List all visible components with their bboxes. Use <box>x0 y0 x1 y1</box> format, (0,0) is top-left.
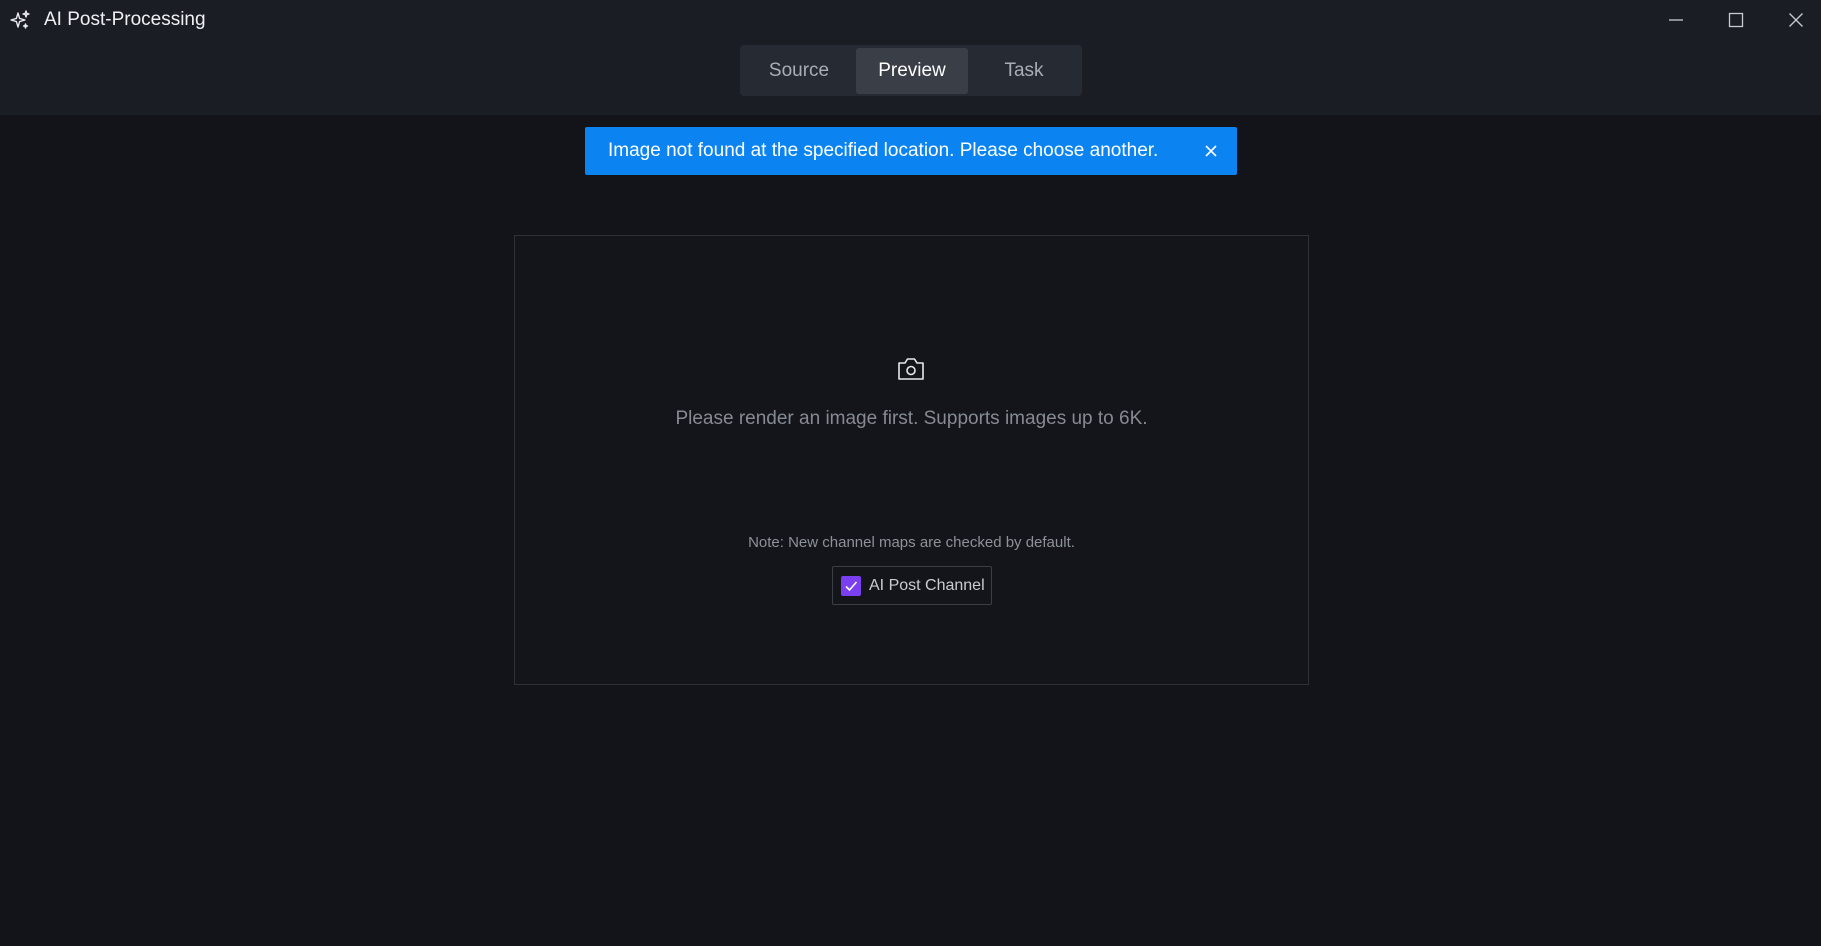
title-bar: AI Post-Processing <box>0 0 1821 40</box>
error-toast: Image not found at the specified locatio… <box>585 127 1237 175</box>
camera-icon <box>895 354 927 384</box>
window-title: AI Post-Processing <box>44 9 206 30</box>
maximize-button[interactable] <box>1716 4 1756 36</box>
sparkle-icon <box>8 8 32 32</box>
channel-note: Note: New channel maps are checked by de… <box>748 534 1075 551</box>
minimize-icon <box>1669 19 1683 21</box>
view-tabs: Source Preview Task <box>740 45 1082 96</box>
render-message: Please render an image first. Supports i… <box>675 408 1148 429</box>
maximize-icon <box>1728 12 1744 28</box>
ai-post-channel-checkbox[interactable]: AI Post Channel <box>832 566 992 605</box>
tab-preview[interactable]: Preview <box>856 47 968 94</box>
preview-panel: Please render an image first. Supports i… <box>514 235 1309 685</box>
channel-label: AI Post Channel <box>869 577 985 594</box>
app-header: AI Post-Processing Source Preview Task <box>0 0 1821 115</box>
close-icon <box>1205 145 1217 157</box>
close-icon <box>1789 13 1803 27</box>
checkbox-checked-icon <box>841 576 861 596</box>
minimize-button[interactable] <box>1656 4 1696 36</box>
toast-message: Image not found at the specified locatio… <box>608 140 1159 161</box>
toast-close-button[interactable] <box>1201 141 1221 161</box>
tab-source[interactable]: Source <box>742 48 856 94</box>
close-window-button[interactable] <box>1776 4 1816 36</box>
tab-task[interactable]: Task <box>968 48 1080 94</box>
